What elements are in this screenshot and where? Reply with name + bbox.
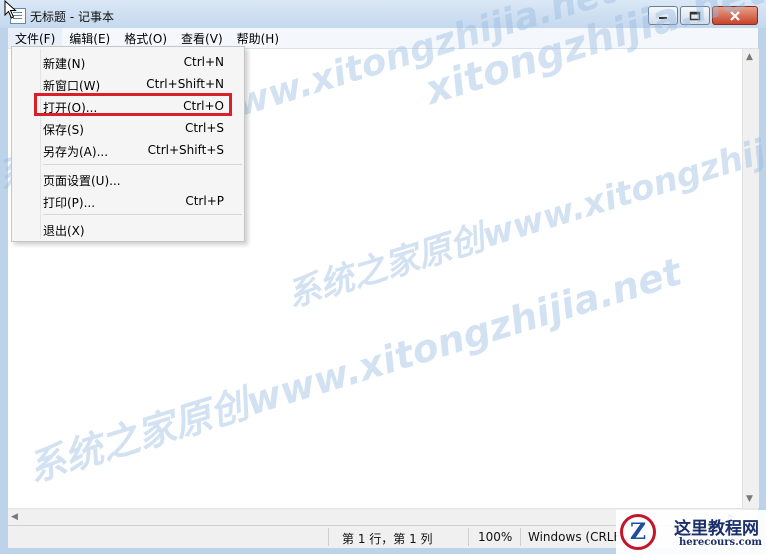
menu-item-label: 新窗口(W) (43, 79, 101, 93)
menu-item-label: 退出(X) (43, 224, 85, 238)
menu-item-shortcut: Ctrl+N (183, 55, 224, 69)
menu-item-label: 打印(P)... (43, 196, 96, 210)
logo-text: 这里教程网 (674, 519, 759, 539)
minimize-icon (659, 16, 667, 19)
menu-item-shortcut: Ctrl+S (184, 121, 224, 135)
mouse-cursor-icon (4, 0, 17, 19)
vertical-scrollbar[interactable]: ▲ ▼ (742, 49, 759, 508)
menu-file[interactable]: 文件(F) (8, 28, 63, 48)
menu-item-label: 另存为(A)... (43, 145, 109, 159)
menu-item-new[interactable]: 新建(N) Ctrl+N (12, 51, 244, 73)
window-controls (648, 6, 758, 25)
status-divider (328, 528, 329, 546)
menu-item-shortcut: Ctrl+Shift+N (146, 77, 224, 91)
logo-mark: Z (620, 514, 656, 550)
menu-item-save[interactable]: 保存(S) Ctrl+S (12, 117, 244, 139)
zoom-level: 100% (478, 530, 513, 544)
line-ending: Windows (CRLF) (528, 530, 626, 544)
open-highlight-box (34, 93, 232, 116)
menu-item-shortcut: Ctrl+P (185, 194, 224, 208)
maximize-icon (689, 11, 701, 20)
close-button[interactable] (712, 6, 758, 25)
menu-item-page-setup[interactable]: 页面设置(U)... (12, 168, 244, 190)
status-divider (520, 528, 521, 546)
site-logo: Z 这里教程网 herecours.com (616, 510, 766, 554)
minimize-button[interactable] (648, 6, 678, 25)
close-icon (730, 10, 740, 21)
menu-edit[interactable]: 编辑(E) (62, 28, 117, 48)
scroll-up-icon[interactable]: ▲ (746, 52, 753, 62)
menu-help[interactable]: 帮助(H) (230, 28, 286, 48)
logo-url: herecours.com (679, 537, 763, 548)
title-bar[interactable]: 无标题 - 记事本 (0, 0, 766, 28)
scroll-left-icon[interactable]: ◀ (11, 512, 18, 522)
menu-item-label: 保存(S) (43, 123, 84, 137)
menu-view[interactable]: 查看(V) (174, 28, 230, 48)
menu-item-label: 新建(N) (43, 57, 86, 71)
maximize-button[interactable] (680, 6, 710, 25)
menu-item-exit[interactable]: 退出(X) (12, 218, 244, 240)
scroll-down-icon[interactable]: ▼ (746, 494, 753, 504)
window-title: 无标题 - 记事本 (30, 10, 114, 24)
cursor-position: 第 1 行，第 1 列 (342, 532, 433, 546)
menu-separator (43, 164, 242, 165)
status-divider (468, 528, 469, 546)
menu-item-label: 页面设置(U)... (43, 174, 121, 188)
menu-item-new-window[interactable]: 新窗口(W) Ctrl+Shift+N (12, 73, 244, 95)
menu-item-print[interactable]: 打印(P)... Ctrl+P (12, 190, 244, 212)
menu-item-save-as[interactable]: 另存为(A)... Ctrl+Shift+S (12, 139, 244, 161)
file-menu-dropdown: 新建(N) Ctrl+N 新窗口(W) Ctrl+Shift+N 打开(O)..… (11, 46, 245, 242)
menu-item-shortcut: Ctrl+Shift+S (147, 143, 224, 157)
menu-separator (43, 214, 242, 215)
menu-format[interactable]: 格式(O) (117, 28, 174, 48)
